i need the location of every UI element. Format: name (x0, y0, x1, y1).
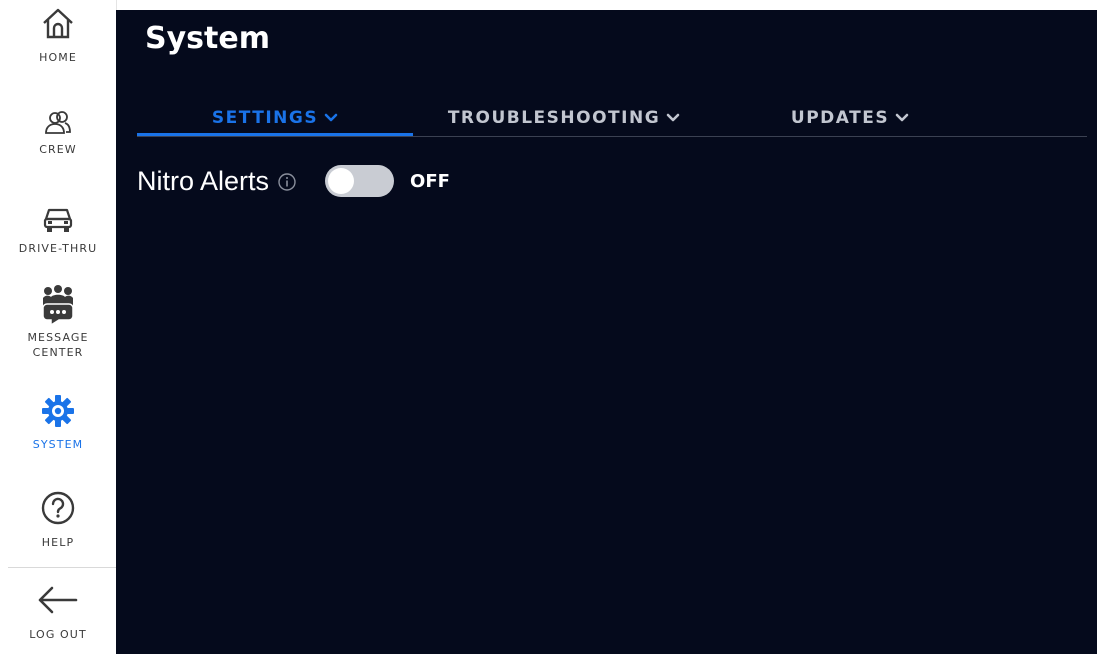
arrow-left-icon (38, 586, 78, 614)
main-panel: System SETTINGS TROUBLESHOOTING UPDATES … (116, 10, 1097, 654)
sidebar-item-label: MESSAGE CENTER (27, 331, 89, 359)
tab-label: UPDATES (790, 108, 890, 128)
message-center-icon (42, 285, 74, 326)
setting-row-nitro-alerts: Nitro Alerts OFF (137, 163, 450, 199)
sidebar-item-label: CREW (39, 143, 77, 156)
tab-bar: SETTINGS TROUBLESHOOTING UPDATES (137, 100, 1087, 137)
sidebar-item-label: SYSTEM (32, 438, 84, 451)
car-icon (43, 208, 73, 232)
chevron-down-icon (895, 113, 909, 122)
crew-icon (45, 111, 71, 134)
sidebar-item-label: HELP (41, 536, 75, 549)
sidebar-item-crew[interactable]: CREW (0, 110, 116, 157)
toggle-knob (328, 168, 355, 194)
help-icon (41, 491, 75, 525)
tab-troubleshooting[interactable]: TROUBLESHOOTING (433, 100, 695, 136)
toggle-state-label: OFF (410, 170, 450, 192)
setting-label: Nitro Alerts (137, 165, 270, 196)
page-title: System (145, 21, 270, 56)
sidebar-item-label: HOME (39, 51, 77, 64)
info-icon[interactable] (277, 172, 297, 192)
tab-label: TROUBLESHOOTING (447, 108, 661, 128)
tab-settings[interactable]: SETTINGS (137, 100, 413, 136)
active-tab-underline (137, 133, 413, 136)
chevron-down-icon (666, 113, 680, 122)
sidebar-item-drive-thru[interactable]: DRIVE-THRU (0, 206, 116, 256)
sidebar-item-label: LOG OUT (29, 628, 87, 641)
tab-updates[interactable]: UPDATES (767, 100, 933, 136)
sidebar-item-home[interactable]: HOME (0, 6, 116, 65)
gear-icon (42, 395, 74, 427)
sidebar-item-system[interactable]: SYSTEM (0, 394, 116, 452)
sidebar-item-message-center[interactable]: MESSAGE CENTER (0, 284, 116, 360)
nitro-alerts-toggle[interactable] (325, 165, 395, 197)
sidebar-item-help[interactable]: HELP (0, 490, 116, 550)
chevron-down-icon (324, 113, 338, 122)
tab-label: SETTINGS (211, 108, 319, 128)
sidebar-item-log-out[interactable]: LOG OUT (0, 585, 116, 642)
sidebar-divider (8, 567, 116, 568)
sidebar-item-label: DRIVE-THRU (18, 242, 98, 255)
sidebar: HOME CREW DRIVE-THRU MESSAGE CENTER SYST… (0, 0, 117, 654)
home-icon (43, 8, 73, 39)
